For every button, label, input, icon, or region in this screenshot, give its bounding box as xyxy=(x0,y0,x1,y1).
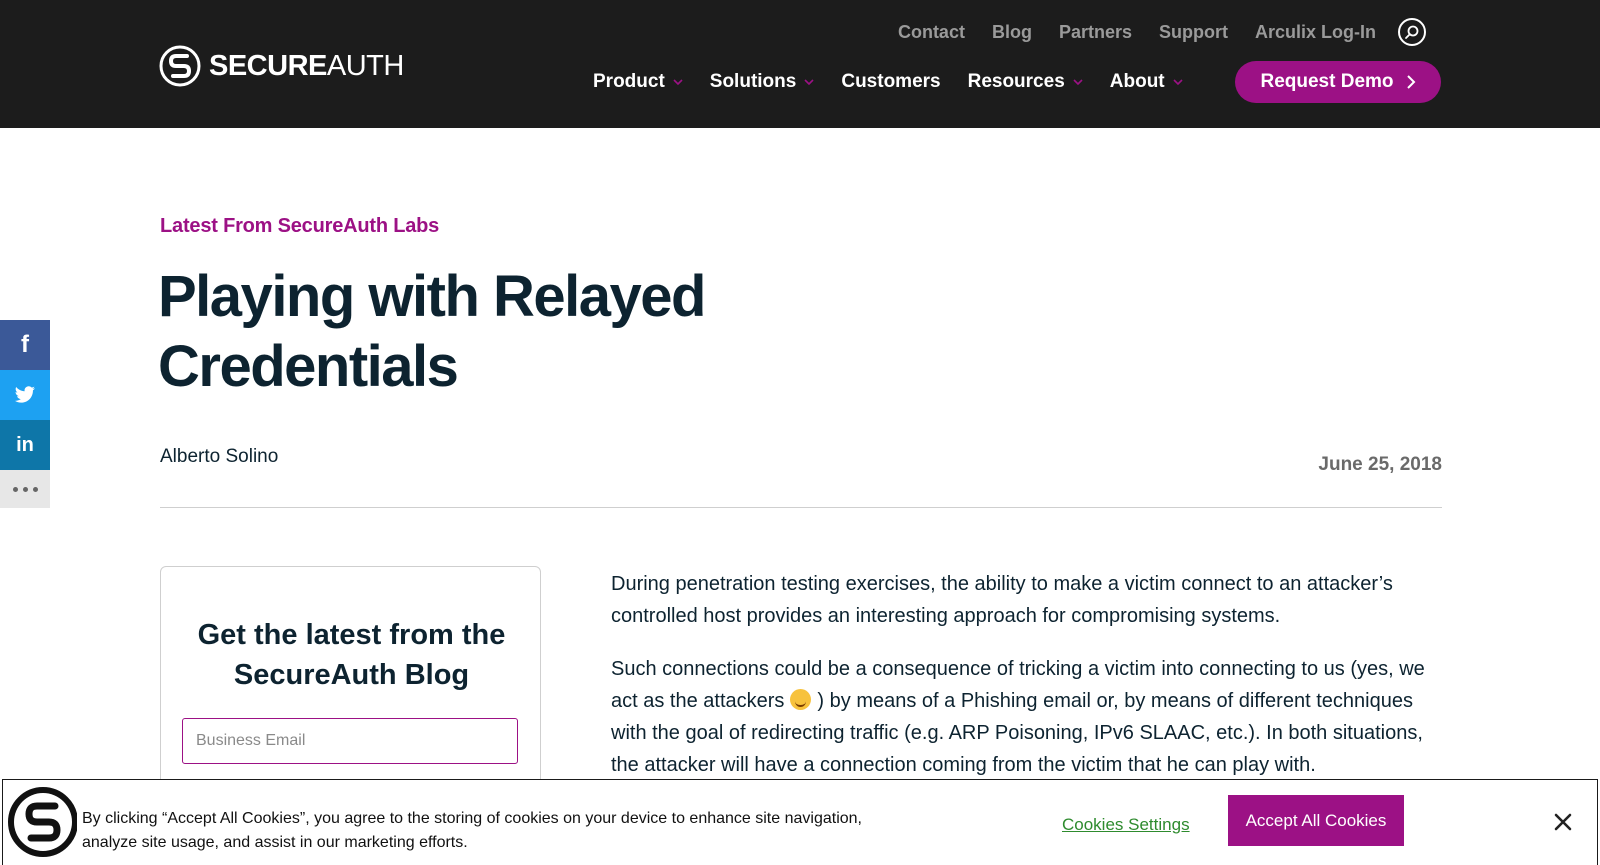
nav-item-customers[interactable]: Customers xyxy=(841,68,940,96)
more-icon xyxy=(12,486,38,492)
secureauth-logo[interactable]: SECUREAUTH xyxy=(159,45,404,87)
main-nav: Product Solutions Customers Resources Ab… xyxy=(593,68,1210,96)
more-share-button[interactable] xyxy=(0,470,50,508)
close-icon[interactable] xyxy=(1553,812,1573,832)
article-body: During penetration testing exercises, th… xyxy=(611,568,1451,802)
article-title: Playing with Relayed Credentials xyxy=(158,264,706,399)
linkedin-share-button[interactable]: in xyxy=(0,420,50,470)
article-author: Alberto Solino xyxy=(160,446,279,467)
chevron-right-icon xyxy=(1406,75,1415,89)
article-date: June 25, 2018 xyxy=(1318,454,1442,475)
chevron-down-icon xyxy=(1073,79,1083,86)
utility-link-blog[interactable]: Blog xyxy=(992,20,1032,44)
nav-label-solutions: Solutions xyxy=(709,71,797,92)
linkedin-icon: in xyxy=(16,433,34,456)
utility-link-contact[interactable]: Contact xyxy=(898,20,965,44)
cookie-message: By clicking “Accept All Cookies”, you ag… xyxy=(82,810,862,851)
utility-link-partners[interactable]: Partners xyxy=(1059,20,1132,44)
utility-link-arculix-login[interactable]: Arculix Log-In xyxy=(1255,20,1376,44)
nav-item-product[interactable]: Product xyxy=(593,68,683,96)
logo-wordmark: SECUREAUTH xyxy=(209,50,404,82)
utility-nav: Contact Blog Partners Support Arculix Lo… xyxy=(871,20,1376,44)
cookie-consent-banner: By clicking “Accept All Cookies”, you ag… xyxy=(2,779,1598,865)
secureauth-logo-icon xyxy=(159,45,201,87)
chevron-down-icon xyxy=(673,79,683,86)
nav-label-about: About xyxy=(1109,71,1165,92)
nav-item-resources[interactable]: Resources xyxy=(968,68,1083,96)
nav-label-resources: Resources xyxy=(967,71,1065,92)
request-demo-label: Request Demo xyxy=(1260,71,1394,92)
wink-emoji-icon xyxy=(790,689,812,710)
divider xyxy=(160,507,1442,508)
nav-label-customers: Customers xyxy=(841,71,941,92)
search-button[interactable] xyxy=(1398,18,1426,46)
subscribe-title: Get the latest from the SecureAuth Blog xyxy=(197,619,506,691)
article-eyebrow[interactable]: Latest From SecureAuth Labs xyxy=(160,215,439,238)
social-share-bar: f in xyxy=(0,320,50,508)
request-demo-button[interactable]: Request Demo xyxy=(1235,61,1441,103)
facebook-icon: f xyxy=(21,331,29,358)
accept-all-cookies-button[interactable]: Accept All Cookies xyxy=(1228,795,1404,846)
twitter-icon xyxy=(14,386,35,403)
secureauth-logo-icon xyxy=(8,787,77,857)
site-header: SECUREAUTH Contact Blog Partners Support… xyxy=(0,0,1600,128)
chevron-down-icon xyxy=(804,79,814,86)
nav-item-solutions[interactable]: Solutions xyxy=(710,68,815,96)
nav-label-product: Product xyxy=(593,71,665,92)
cookies-settings-link[interactable]: Cookies Settings xyxy=(1062,815,1190,835)
search-icon xyxy=(1405,25,1419,39)
business-email-input[interactable] xyxy=(182,718,518,764)
article-paragraph: Such connections could be a consequence … xyxy=(611,653,1451,781)
facebook-share-button[interactable]: f xyxy=(0,320,50,370)
chevron-down-icon xyxy=(1173,79,1183,86)
utility-link-support[interactable]: Support xyxy=(1159,20,1228,44)
twitter-share-button[interactable] xyxy=(0,370,50,420)
article-paragraph: During penetration testing exercises, th… xyxy=(611,573,1393,627)
nav-item-about[interactable]: About xyxy=(1110,68,1183,96)
